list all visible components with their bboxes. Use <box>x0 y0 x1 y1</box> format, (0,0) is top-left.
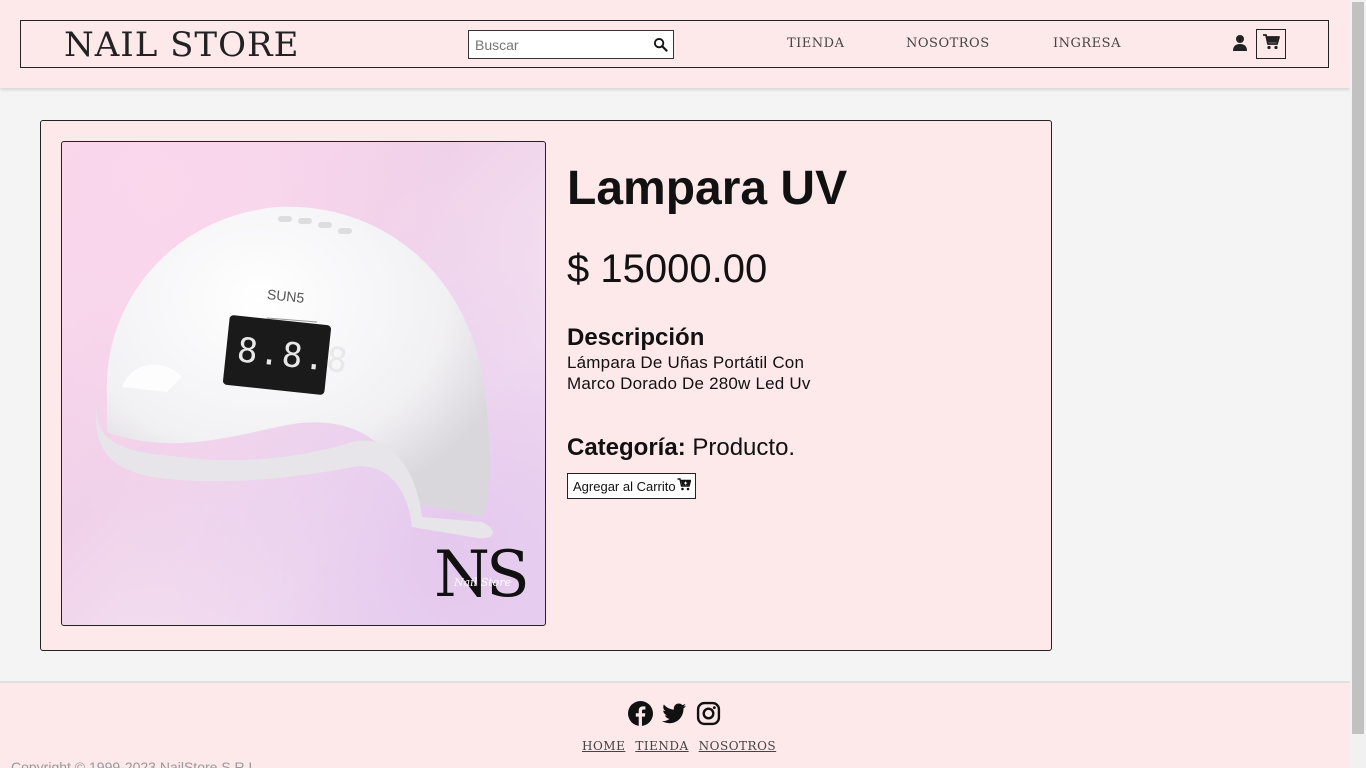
social-links <box>628 701 721 726</box>
page-scrollbar[interactable] <box>1350 0 1366 768</box>
footer-nav: HOME TIENDA NOSOTROS <box>582 739 776 753</box>
description-heading: Descripción <box>567 324 705 351</box>
product-image: SUN5 8.8.8 NS Nail Store <box>61 141 546 626</box>
store-logo[interactable]: NAIL STORE <box>64 25 299 65</box>
scrollbar-thumb[interactable] <box>1352 2 1364 734</box>
product-price: $ 15000.00 <box>567 247 768 291</box>
add-to-cart-button[interactable]: Agregar al Carrito <box>567 473 696 499</box>
site-footer: HOME TIENDA NOSOTROS Copyright © 1999-20… <box>0 681 1350 768</box>
product-description: Lámpara De Uñas Portátil Con Marco Dorad… <box>567 353 811 393</box>
nail-store-watermark-script: Nail Store <box>454 576 512 589</box>
category-label: Categoría: <box>567 434 686 461</box>
search-input[interactable] <box>469 31 645 58</box>
nav-link-tienda[interactable]: TIENDA <box>787 36 844 51</box>
nav-link-ingresa[interactable]: INGRESA <box>1053 36 1121 51</box>
product-card: SUN5 8.8.8 NS Nail Store Lampara UV $ 15… <box>40 120 1052 651</box>
nav-link-nosotros[interactable]: NOSOTROS <box>906 36 990 51</box>
category-value: Producto. <box>692 434 796 461</box>
search-bar <box>468 30 674 59</box>
cart-plus-icon <box>677 478 692 494</box>
add-to-cart-label: Agregar al Carrito <box>573 478 676 494</box>
facebook-icon[interactable] <box>628 701 653 726</box>
footer-link-home[interactable]: HOME <box>582 739 625 753</box>
instagram-icon[interactable] <box>696 701 721 726</box>
twitter-icon[interactable] <box>662 701 687 726</box>
footer-link-nosotros[interactable]: NOSOTROS <box>699 739 777 753</box>
nail-store-watermark: NS <box>434 538 530 612</box>
navbar: NAIL STORE TIENDA NOSOTROS INGRESA <box>20 20 1329 68</box>
product-title: Lampara UV <box>567 162 848 215</box>
user-icon[interactable] <box>1231 34 1249 52</box>
product-category: Categoría: Producto. <box>567 434 795 462</box>
footer-link-tienda[interactable]: TIENDA <box>635 739 688 753</box>
search-icon[interactable] <box>653 37 668 52</box>
cart-icon <box>1262 33 1280 55</box>
copyright-text: Copyright © 1999-2023 NailStore S.R.L. <box>11 759 261 768</box>
site-header: NAIL STORE TIENDA NOSOTROS INGRESA <box>0 0 1350 88</box>
cart-button[interactable] <box>1256 29 1286 59</box>
